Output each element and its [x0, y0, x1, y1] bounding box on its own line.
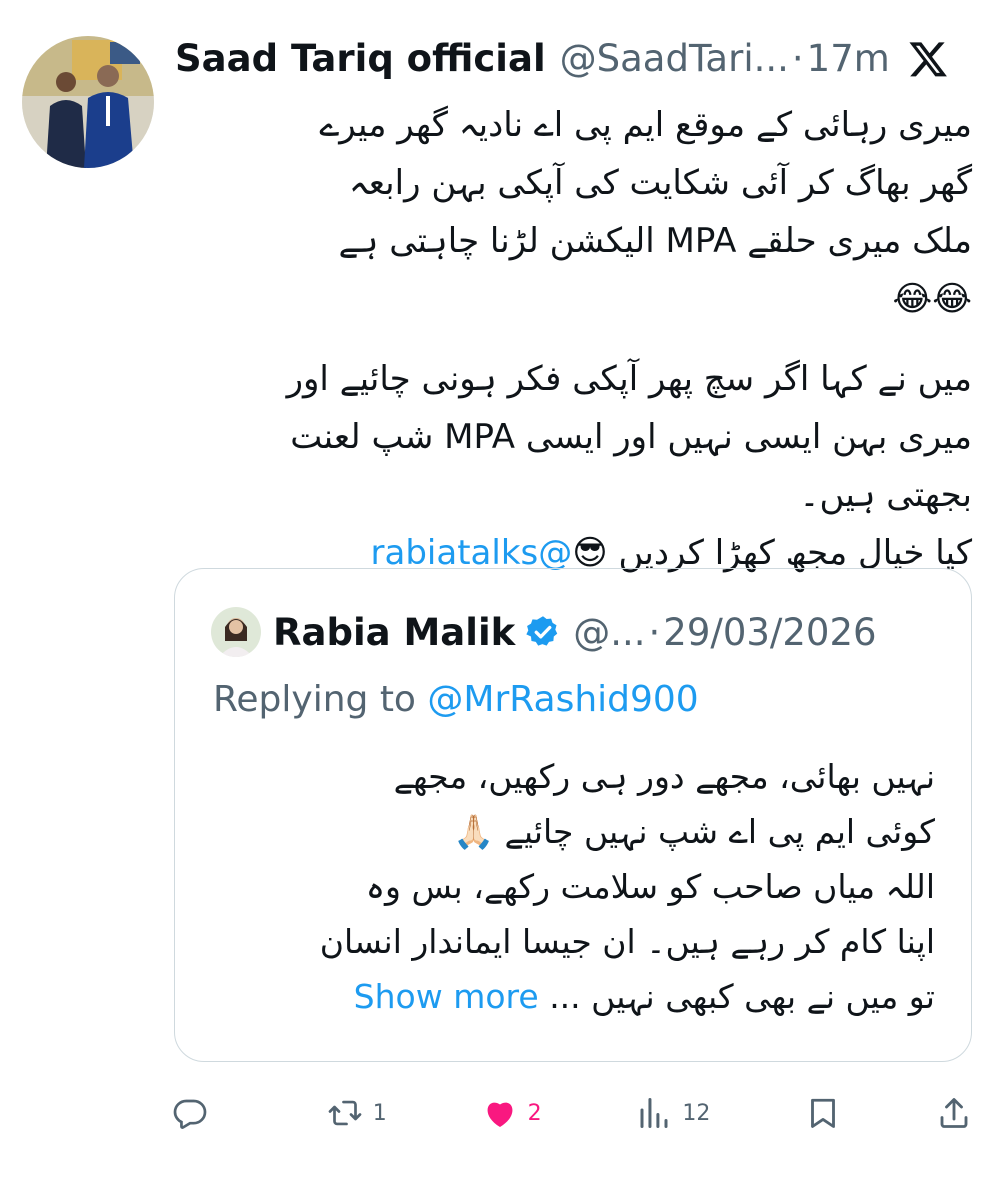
quoted-author-avatar[interactable] — [211, 607, 261, 657]
quoted-line: کوئی ایم پی اے شپ نہیں چائیے 🙏🏻 — [452, 812, 935, 851]
tweet-line: میں نے کہا اگر سچ پھر آپکی فکر ہونی چائی… — [286, 359, 972, 399]
bookmark-button[interactable] — [805, 1095, 841, 1131]
quoted-line: نہیں بھائی، مجھے دور ہی رکھیں، مجھے — [393, 757, 935, 796]
tweet-header: Saad Tariq official @SaadTari... · 17m — [175, 30, 975, 86]
tweet-time[interactable]: 17m — [807, 37, 890, 80]
tweet-line: میری بہن ایسی نہیں اور ایسی MPA شپ لعنت — [290, 417, 972, 457]
tweet-line: 😂😂 — [892, 279, 972, 319]
quoted-header-separator: · — [648, 610, 661, 654]
views-icon — [640, 1098, 668, 1128]
author-avatar[interactable] — [22, 36, 154, 168]
tweet-line: میری رہائی کے موقع ایم پی اے نادیہ گھر م… — [319, 105, 972, 145]
quoted-author-name[interactable]: Rabia Malik — [273, 611, 515, 654]
heart-filled-icon — [487, 1102, 513, 1127]
tweet-line-text: کیا خیال مجھ کھڑا کردیں 😎 — [572, 533, 972, 573]
tweet-line: بجھتی ہیں۔ — [799, 475, 972, 515]
tweet-line: ملک میری حلقے MPA الیکشن لڑنا چاہتی ہے — [338, 221, 972, 261]
retweet-icon — [328, 1100, 362, 1126]
bookmark-icon — [811, 1098, 836, 1128]
action-bar: 1 2 12 — [172, 1085, 972, 1141]
share-button[interactable] — [936, 1095, 972, 1131]
replying-to: Replying to @MrRashid900 — [213, 679, 699, 720]
quoted-author-handle[interactable]: @... — [573, 611, 645, 654]
reply-button[interactable] — [172, 1095, 232, 1131]
quoted-tweet-header: Rabia Malik @... · 29/03/2026 — [211, 605, 951, 659]
replying-to-mention[interactable]: @MrRashid900 — [427, 679, 698, 720]
tweet-text: میری رہائی کے موقع ایم پی اے نادیہ گھر م… — [180, 96, 972, 582]
like-button[interactable]: 2 — [482, 1095, 542, 1131]
mention-link[interactable]: @rabiatalks — [371, 533, 573, 573]
share-icon — [940, 1098, 968, 1128]
quoted-line-text: تو میں نے بھی کبھی نہیں ... — [549, 977, 935, 1016]
tweet-line: گھر بھاگ کر آئی شکایت کی آپکی بہن رابعہ — [348, 163, 972, 203]
quoted-line: اللہ میاں صاحب کو سلامت رکھے، بس وہ — [365, 867, 935, 906]
verified-badge-icon — [526, 616, 558, 646]
reply-icon — [173, 1099, 207, 1129]
views-button[interactable]: 12 — [636, 1095, 710, 1131]
header-separator: · — [791, 36, 804, 80]
quoted-line: اپنا کام کر رہے ہیں۔ ان جیسا ایماندار ان… — [319, 922, 935, 961]
retweet-count: 1 — [372, 1100, 387, 1126]
x-logo-icon[interactable] — [907, 38, 949, 80]
quoted-tweet-date[interactable]: 29/03/2026 — [663, 611, 876, 654]
quoted-tweet[interactable]: Rabia Malik @... · 29/03/2026 Replying t… — [174, 568, 972, 1062]
views-count: 12 — [682, 1100, 711, 1126]
show-more-link[interactable]: Show more — [354, 977, 539, 1016]
author-name[interactable]: Saad Tariq official — [175, 37, 546, 80]
retweet-button[interactable]: 1 — [327, 1095, 387, 1131]
like-count: 2 — [527, 1100, 542, 1126]
quoted-last-line: تو میں نے بھی کبھی نہیں ... Show more — [205, 969, 935, 1024]
replying-to-label: Replying to — [213, 679, 416, 720]
quoted-tweet-text: نہیں بھائی، مجھے دور ہی رکھیں، مجھے کوئی… — [205, 749, 935, 1024]
author-handle[interactable]: @SaadTari... — [560, 37, 789, 80]
